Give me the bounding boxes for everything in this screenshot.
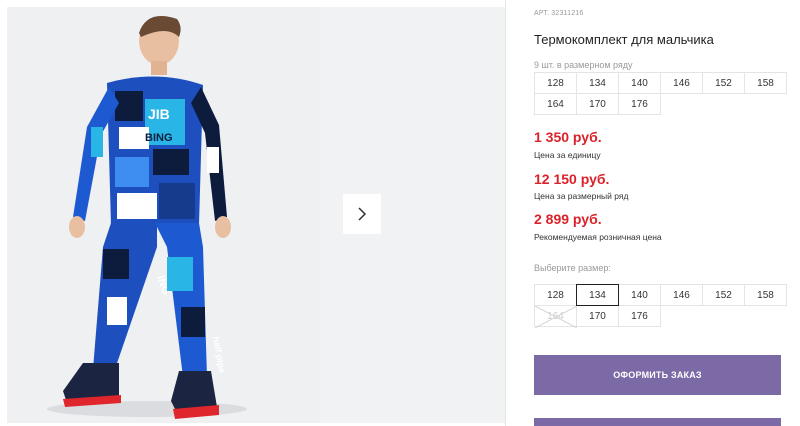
product-title: Термокомплект для мальчика <box>534 32 714 47</box>
retail-price-note: Рекомендуемая розничная цена <box>534 232 662 242</box>
article-value: 32311216 <box>551 10 584 17</box>
size-picker: 128 134 140 146 152 158 164 170 176 <box>534 284 787 328</box>
size-option-152[interactable]: 152 <box>702 284 745 306</box>
retail-price: 2 899 руб. <box>534 211 602 227</box>
size-option-140[interactable]: 140 <box>618 284 661 306</box>
pack-size-cell: 128 <box>534 72 577 94</box>
product-gallery: JIB BING half pipe ING <box>0 0 505 426</box>
secondary-action-button[interactable] <box>534 418 781 426</box>
size-option-170[interactable]: 170 <box>576 305 619 327</box>
article-number: АРТ. 32311216 <box>534 10 586 17</box>
pack-size-cell: 146 <box>660 72 703 94</box>
chevron-right-icon <box>358 207 367 221</box>
unit-price-note: Цена за единицу <box>534 150 601 160</box>
pack-size-cell: 176 <box>618 93 661 115</box>
pack-price: 12 150 руб. <box>534 171 610 187</box>
pack-size-label: 9 шт. в размерном ряду <box>534 60 633 70</box>
pack-size-cell: 170 <box>576 93 619 115</box>
print-word-jib: JIB <box>148 106 170 122</box>
size-option-158[interactable]: 158 <box>744 284 787 306</box>
column-divider <box>505 0 506 426</box>
size-option-176[interactable]: 176 <box>618 305 661 327</box>
size-option-128[interactable]: 128 <box>534 284 577 306</box>
article-label: АРТ. <box>534 10 550 17</box>
size-option-146[interactable]: 146 <box>660 284 703 306</box>
pack-size-cell: 134 <box>576 72 619 94</box>
pack-size-cell: 152 <box>702 72 745 94</box>
pack-price-note: Цена за размерный ряд <box>534 191 629 201</box>
pack-size-cell: 158 <box>744 72 787 94</box>
size-option-164-unavailable: 164 <box>534 305 577 328</box>
pack-size-cell: 140 <box>618 72 661 94</box>
pack-sizes-grid: 128 134 140 146 152 158 164 170 176 <box>534 72 787 115</box>
choose-size-label: Выберите размер: <box>534 263 611 273</box>
pack-size-cell: 164 <box>534 93 577 115</box>
boy-in-thermal-set-image: JIB BING half pipe ING <box>7 7 320 423</box>
unit-price: 1 350 руб. <box>534 129 602 145</box>
size-option-134-selected[interactable]: 134 <box>576 284 619 306</box>
gallery-next-button[interactable] <box>343 194 381 234</box>
print-word-bing: BING <box>145 132 173 144</box>
strikethrough-icon <box>535 306 577 328</box>
product-photo[interactable]: JIB BING half pipe ING <box>7 7 320 423</box>
place-order-button[interactable]: ОФОРМИТЬ ЗАКАЗ <box>534 355 781 395</box>
